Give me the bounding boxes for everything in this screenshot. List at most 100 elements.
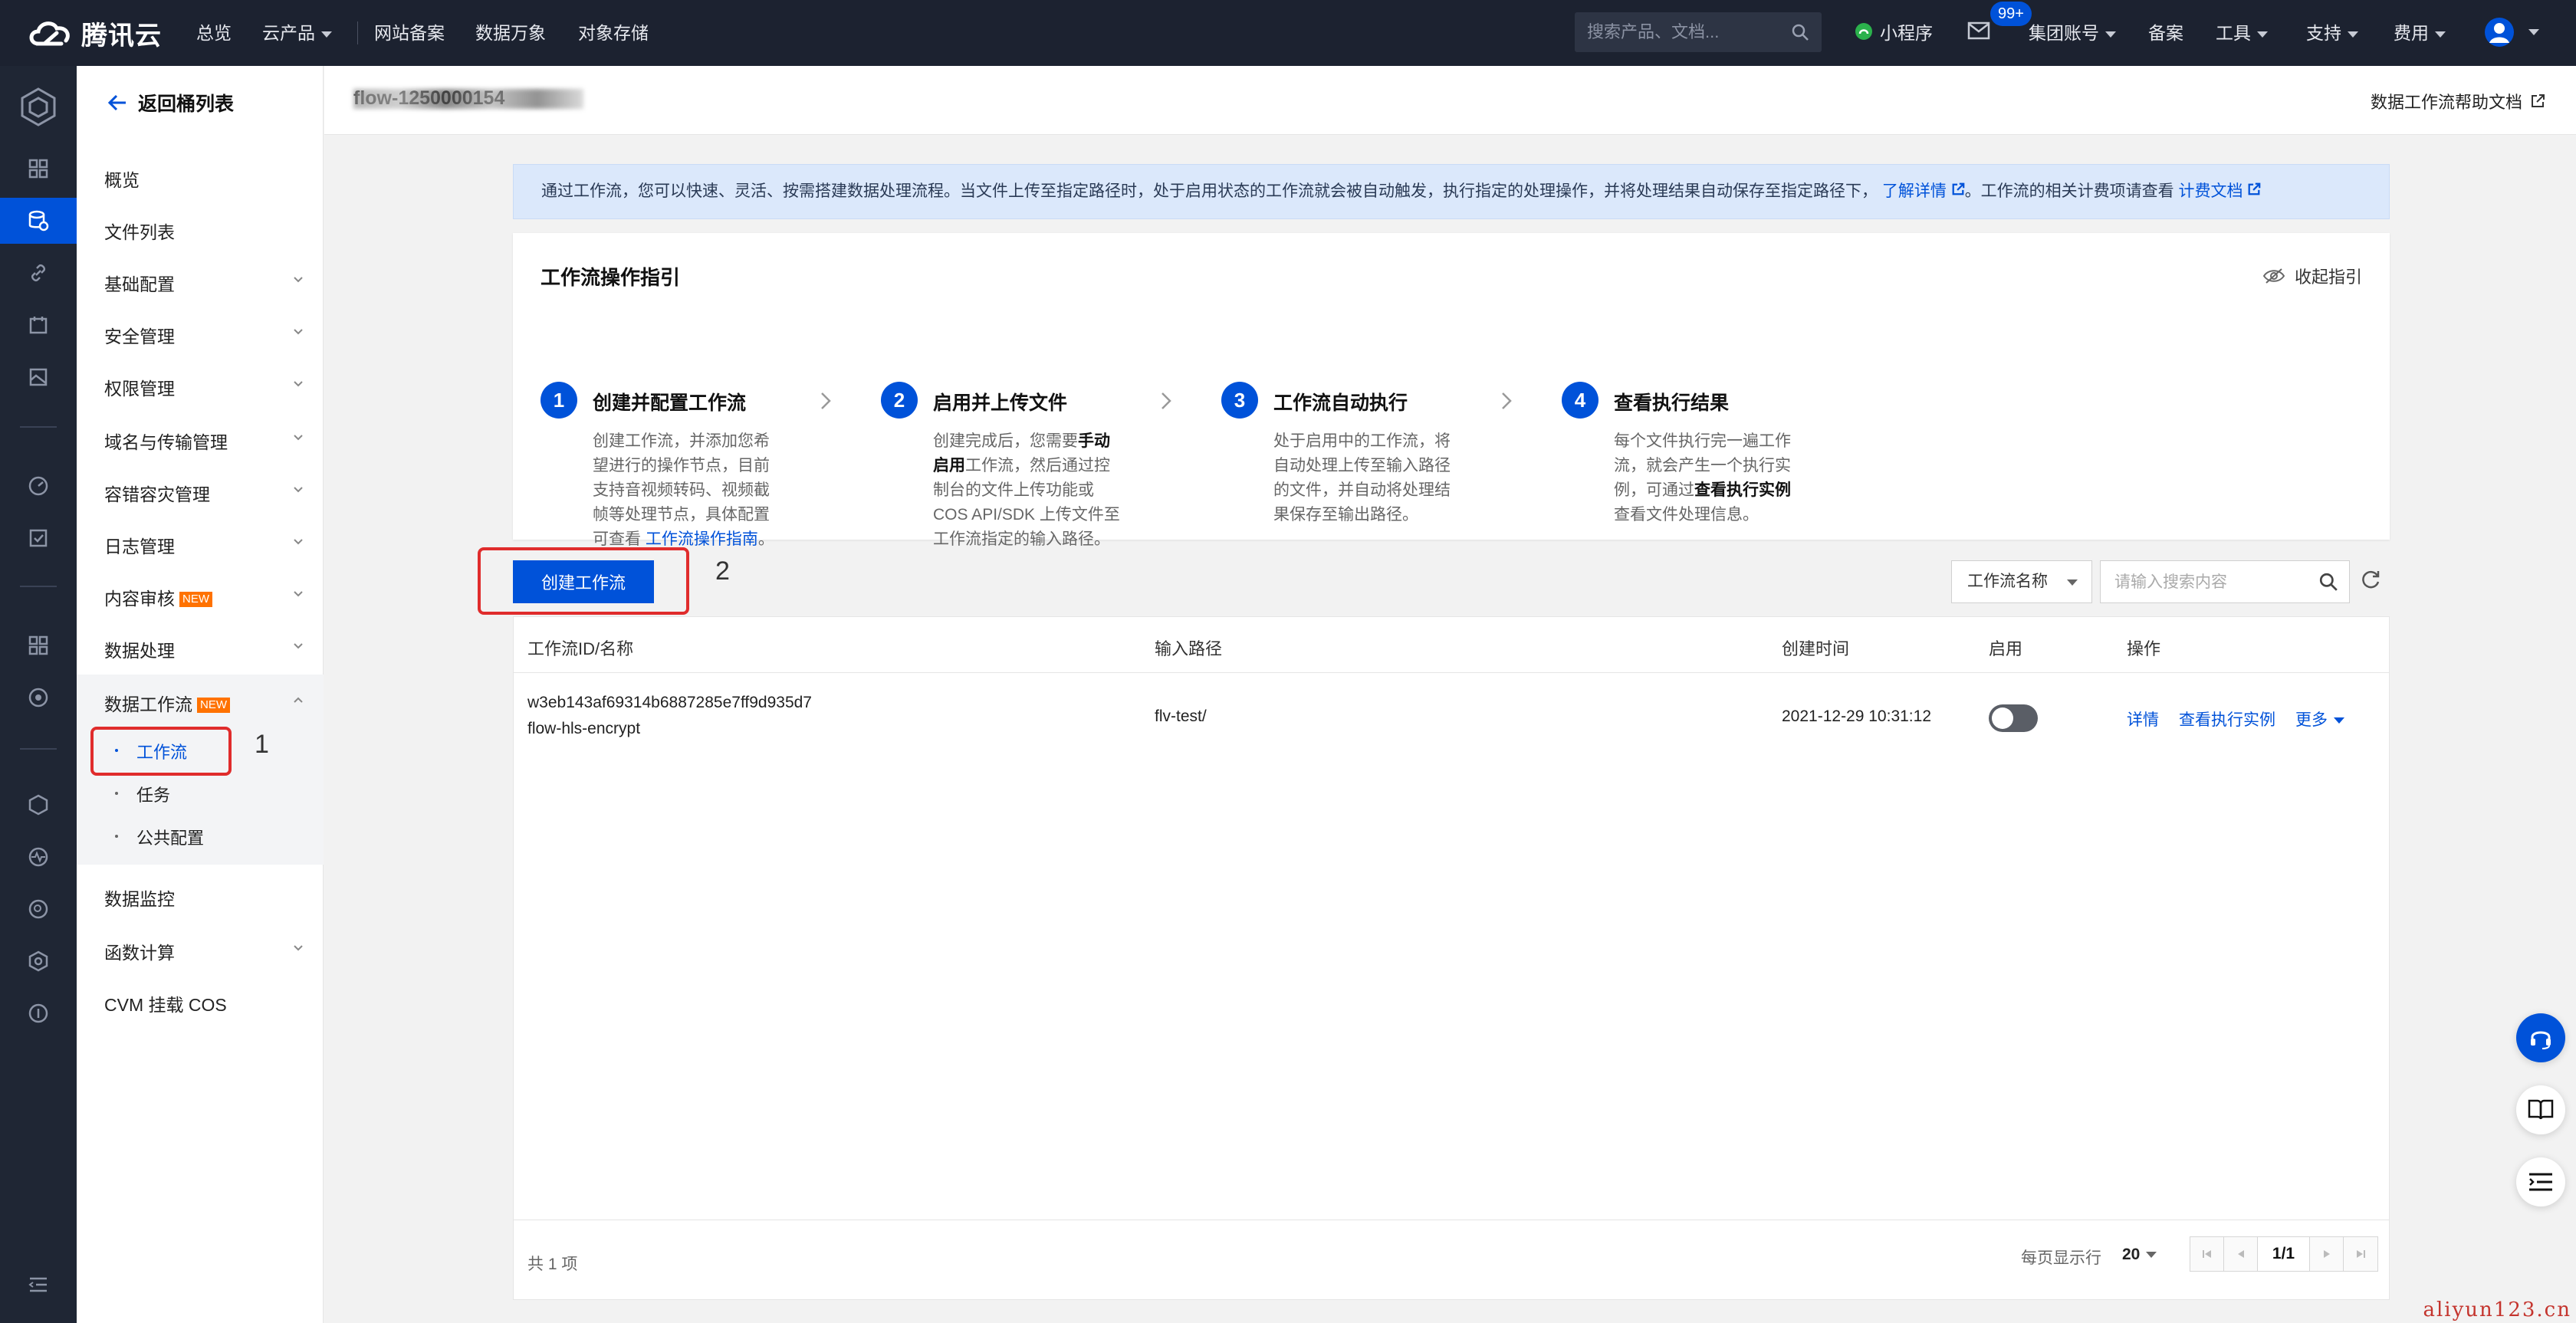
menu-file-list[interactable]: 文件列表 (104, 218, 304, 244)
chevron-down-icon (294, 591, 303, 597)
nav-ci[interactable]: 数据万象 (475, 18, 546, 44)
brand-logo[interactable]: 腾讯云 (26, 14, 162, 52)
step-description: 创建完成后，您需要手动启用工作流，然后通过控制台的文件上传功能或 COS API… (933, 429, 1125, 552)
rail-separator (20, 426, 57, 428)
rail-dashboard[interactable] (0, 146, 77, 192)
step-number: 4 (1562, 382, 1598, 419)
mail-icon[interactable] (1967, 21, 1990, 40)
back-label: 返回桶列表 (138, 94, 235, 115)
mini-program-link[interactable]: 小程序 (1854, 18, 1933, 44)
menu-disaster-label: 容错容灾管理 (104, 484, 210, 504)
next-page-icon (2323, 1250, 2330, 1258)
chevron-down-icon (321, 31, 332, 38)
submenu-public-config[interactable]: 公共配置 (114, 825, 204, 849)
menu-security[interactable]: 安全管理 (104, 322, 304, 348)
per-page-select[interactable]: 20 (2122, 1246, 2157, 1264)
rail-coin[interactable] (0, 990, 77, 1036)
workflow-input-path: flv-test/ (1155, 707, 1207, 725)
workflow-enable-toggle[interactable] (1989, 704, 2038, 732)
workflow-search[interactable] (2100, 560, 2350, 603)
menu-permission-label: 权限管理 (104, 379, 175, 399)
menu-logs-label: 日志管理 (104, 537, 175, 556)
total-count: 共 1 项 (527, 1256, 578, 1273)
learn-more-link[interactable]: 了解详情 (1882, 182, 1965, 200)
chevron-down-icon (2435, 31, 2446, 38)
search-icon[interactable] (2318, 572, 2338, 592)
main-content: flow-1250000154 数据工作流帮助文档 通过工作流，您可以快速、灵活… (324, 66, 2576, 1323)
rail-hex[interactable] (0, 782, 77, 828)
cube-icon (21, 87, 56, 126)
rail-cube[interactable] (0, 77, 77, 136)
menu-permission[interactable]: 权限管理 (104, 374, 304, 400)
workflow-guide-link[interactable]: 工作流操作指南 (646, 530, 758, 548)
global-search[interactable] (1575, 12, 1822, 52)
rail-image[interactable] (0, 354, 77, 400)
search-field-select[interactable]: 工作流名称 (1951, 560, 2092, 603)
nav-support-label: 支持 (2306, 23, 2341, 43)
menu-data-workflow[interactable]: 数据工作流 NEW (104, 690, 304, 716)
brand-name: 腾讯云 (81, 21, 162, 51)
rail-search[interactable] (0, 886, 77, 932)
back-to-bucket-list[interactable]: 返回桶列表 (107, 89, 234, 117)
submenu-tasks[interactable]: 任务 (114, 782, 170, 806)
step-number: 3 (1221, 382, 1258, 419)
step-description: 每个文件执行完一遍工作流，就会产生一个执行实例，可通过查看执行实例查看文件处理信… (1614, 429, 1806, 527)
more-actions-label: 更多 (2295, 711, 2328, 729)
user-menu[interactable] (2484, 17, 2539, 48)
redaction-blur (353, 89, 583, 109)
account-menu[interactable]: 集团账号 (2029, 18, 2116, 44)
detail-link[interactable]: 详情 (2127, 707, 2159, 730)
menu-disaster[interactable]: 容错容灾管理 (104, 480, 304, 506)
workflow-search-input[interactable] (2114, 570, 2306, 595)
rail-link[interactable] (0, 250, 77, 296)
nav-billing[interactable]: 费用 (2394, 18, 2446, 44)
menu-scf[interactable]: 函数计算 (104, 938, 304, 964)
docs-button[interactable] (2516, 1085, 2565, 1134)
last-page-button[interactable] (2344, 1237, 2377, 1271)
nav-tools[interactable]: 工具 (2216, 18, 2268, 44)
refresh-icon[interactable] (2361, 569, 2382, 590)
rail-settings[interactable] (0, 938, 77, 984)
rail-pulse[interactable] (0, 834, 77, 880)
rail-cos[interactable] (0, 198, 77, 244)
column-header-id: 工作流ID/名称 (527, 639, 634, 658)
customer-service-button[interactable] (2516, 1013, 2565, 1062)
rail-target[interactable] (0, 675, 77, 721)
rail-check[interactable] (0, 515, 77, 561)
rail-collapse[interactable] (0, 1262, 77, 1308)
external-link-icon (2248, 182, 2261, 195)
more-actions-dropdown[interactable]: 更多 (2295, 707, 2344, 730)
avatar-icon (2485, 18, 2514, 47)
global-search-input[interactable] (1587, 20, 1786, 44)
chevron-up-icon (294, 697, 303, 703)
menu-logs[interactable]: 日志管理 (104, 532, 304, 558)
help-doc-link[interactable]: 数据工作流帮助文档 (2371, 89, 2545, 113)
next-page-button[interactable] (2310, 1237, 2344, 1271)
view-instances-link[interactable]: 查看执行实例 (2179, 707, 2275, 730)
collapse-guide-button[interactable]: 收起指引 (2262, 264, 2362, 288)
menu-data-monitor[interactable]: 数据监控 (104, 885, 304, 911)
menu-content-audit[interactable]: 内容审核 NEW (104, 584, 304, 610)
nav-support[interactable]: 支持 (2306, 18, 2358, 44)
column-header-path: 输入路径 (1155, 639, 1223, 658)
info-text: 通过工作流，您可以快速、灵活、按需搭建数据处理流程。当文件上传至指定路径时，处于… (541, 182, 1878, 200)
billing-doc-link[interactable]: 计费文档 (2179, 182, 2262, 200)
menu-basic-config[interactable]: 基础配置 (104, 270, 304, 296)
rail-monitor[interactable] (0, 463, 77, 509)
nav-icp[interactable]: 网站备案 (374, 18, 445, 44)
nav-cos[interactable]: 对象存储 (578, 18, 649, 44)
menu-domain[interactable]: 域名与传输管理 (104, 428, 304, 454)
search-icon[interactable] (1791, 23, 1809, 41)
menu-overview[interactable]: 概览 (104, 166, 304, 192)
nav-products[interactable]: 云产品 (262, 18, 332, 44)
prev-page-button[interactable] (2224, 1237, 2258, 1271)
menu-toggle-button[interactable] (2516, 1157, 2565, 1206)
menu-cvm-mount[interactable]: CVM 挂载 COS (104, 990, 304, 1016)
rail-calendar[interactable] (0, 302, 77, 348)
rail-apps[interactable] (0, 622, 77, 668)
menu-data-processing[interactable]: 数据处理 (104, 636, 304, 662)
nav-beian[interactable]: 备案 (2148, 18, 2183, 44)
help-doc-label: 数据工作流帮助文档 (2370, 93, 2522, 112)
first-page-button[interactable] (2190, 1237, 2224, 1271)
nav-overview[interactable]: 总览 (196, 18, 232, 44)
